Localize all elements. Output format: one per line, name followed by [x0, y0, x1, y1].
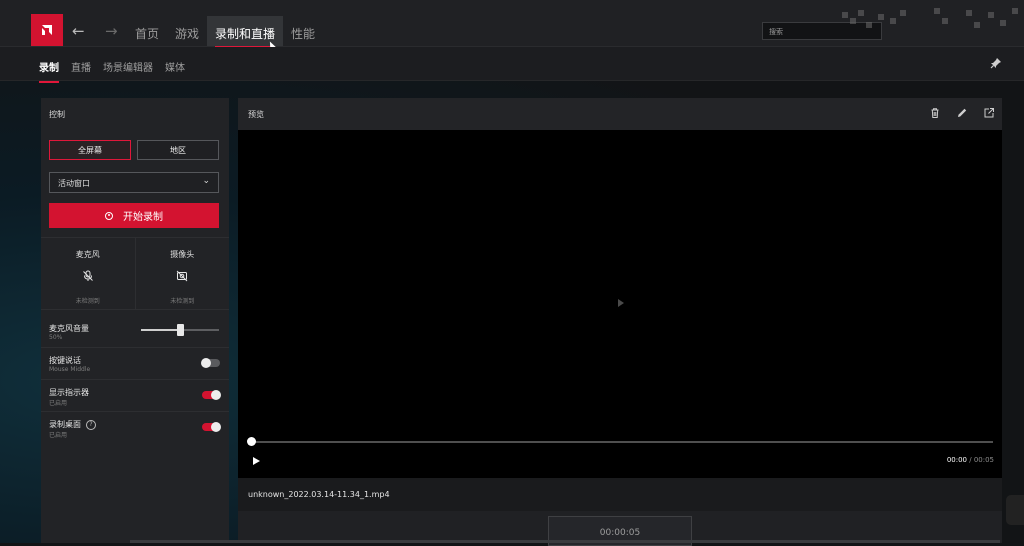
record-icon	[105, 211, 113, 220]
trash-icon[interactable]	[929, 107, 941, 119]
tab-record[interactable]: 录制	[39, 59, 59, 83]
main-nav: 首页 游戏 录制和直播 性能	[127, 16, 323, 48]
mic-volume-label: 麦克风音量	[49, 324, 89, 333]
help-circle-icon[interactable]: ?	[86, 420, 96, 430]
file-bar: unknown_2022.03.14-11.34_1.mp4	[238, 478, 1002, 511]
device-row: 麦克风 未检测到 摄像头 未检测到	[41, 237, 229, 310]
preview-title: 预览	[248, 110, 264, 119]
preview-header: 预览	[238, 98, 1002, 130]
panel-title: 控制	[49, 110, 65, 119]
mic-volume-slider[interactable]	[141, 324, 219, 336]
device-name: 摄像头	[170, 250, 195, 259]
show-indicator-setting: 显示指示器 已启用	[41, 380, 229, 412]
preview-panel: 预览 00:00 / 00:05 unknown_2022.03.14-11.3…	[238, 98, 1002, 546]
show-indicator-toggle[interactable]	[202, 390, 221, 400]
slider-fill	[141, 329, 180, 331]
progress-handle[interactable]	[247, 437, 256, 446]
chevron-down-icon: ⌄	[202, 176, 210, 186]
window-select-value: 活动窗口	[58, 179, 90, 188]
control-panel: 控制 全屏幕 地区 活动窗口 ⌄ 开始录制 麦克风 未检测到 摄像头 未检测到	[41, 98, 229, 543]
current-time: 00:00	[946, 456, 967, 464]
video-player[interactable]: 00:00 / 00:05	[238, 130, 1002, 478]
camera-off-icon	[176, 270, 188, 282]
device-name: 麦克风	[75, 250, 100, 259]
time-display: 00:00 / 00:05	[947, 456, 994, 464]
record-desktop-label: 录制桌面	[49, 420, 81, 429]
region-button[interactable]: 地区	[137, 140, 219, 160]
arrow-right-icon[interactable]: →	[105, 22, 118, 40]
show-indicator-status: 已启用	[49, 400, 68, 407]
play-icon[interactable]	[253, 457, 260, 465]
device-status: 未检测到	[170, 298, 195, 305]
video-progress-bar[interactable]	[247, 437, 993, 446]
fullscreen-button[interactable]: 全屏幕	[49, 140, 131, 160]
microphone-device[interactable]: 麦克风 未检测到	[41, 238, 135, 309]
sub-bar: 录制 直播 场景编辑器 媒体	[0, 47, 1024, 83]
file-name: unknown_2022.03.14-11.34_1.mp4	[248, 490, 390, 499]
tab-media[interactable]: 媒体	[165, 59, 185, 82]
record-desktop-setting: 录制桌面? 已启用	[41, 412, 229, 444]
center-play-icon[interactable]	[618, 299, 624, 307]
nav-performance[interactable]: 性能	[283, 16, 323, 46]
push-to-talk-setting: 按键说话 Mouse Middle	[41, 348, 229, 380]
sub-nav: 录制 直播 场景编辑器 媒体	[33, 59, 191, 83]
mic-volume-setting: 麦克风音量 50%	[41, 316, 229, 348]
pixelated-area	[842, 8, 1018, 28]
push-to-talk-toggle[interactable]	[201, 358, 220, 368]
microphone-off-icon	[82, 270, 93, 281]
camera-device[interactable]: 摄像头 未检测到	[134, 238, 230, 309]
share-icon[interactable]	[983, 107, 995, 119]
amd-logo-icon[interactable]	[31, 14, 63, 46]
push-to-talk-label: 按键说话	[49, 356, 81, 365]
device-status: 未检测到	[75, 298, 100, 305]
push-to-talk-key: Mouse Middle	[49, 366, 91, 373]
tab-scene-editor[interactable]: 场景编辑器	[103, 59, 153, 82]
start-recording-label: 开始录制	[123, 212, 163, 223]
window-select[interactable]: 活动窗口 ⌄	[49, 172, 219, 193]
side-widget[interactable]	[1006, 495, 1024, 525]
total-time: / 00:05	[969, 456, 994, 464]
record-desktop-status: 已启用	[49, 432, 68, 439]
record-desktop-toggle[interactable]	[202, 422, 221, 432]
record-desktop-label-row: 录制桌面?	[49, 419, 96, 430]
slider-thumb[interactable]	[177, 324, 184, 336]
tab-stream[interactable]: 直播	[71, 59, 91, 82]
show-indicator-label: 显示指示器	[49, 388, 89, 397]
arrow-left-icon[interactable]: ←	[72, 22, 85, 40]
nav-home[interactable]: 首页	[127, 16, 167, 46]
edit-icon[interactable]	[956, 107, 968, 119]
top-bar: ← → 首页 游戏 录制和直播 性能 搜索	[0, 0, 1024, 53]
start-recording-button[interactable]: 开始录制	[49, 203, 219, 228]
mic-volume-value: 50%	[49, 334, 63, 341]
nav-games[interactable]: 游戏	[167, 16, 207, 46]
pin-icon[interactable]	[990, 57, 1002, 69]
